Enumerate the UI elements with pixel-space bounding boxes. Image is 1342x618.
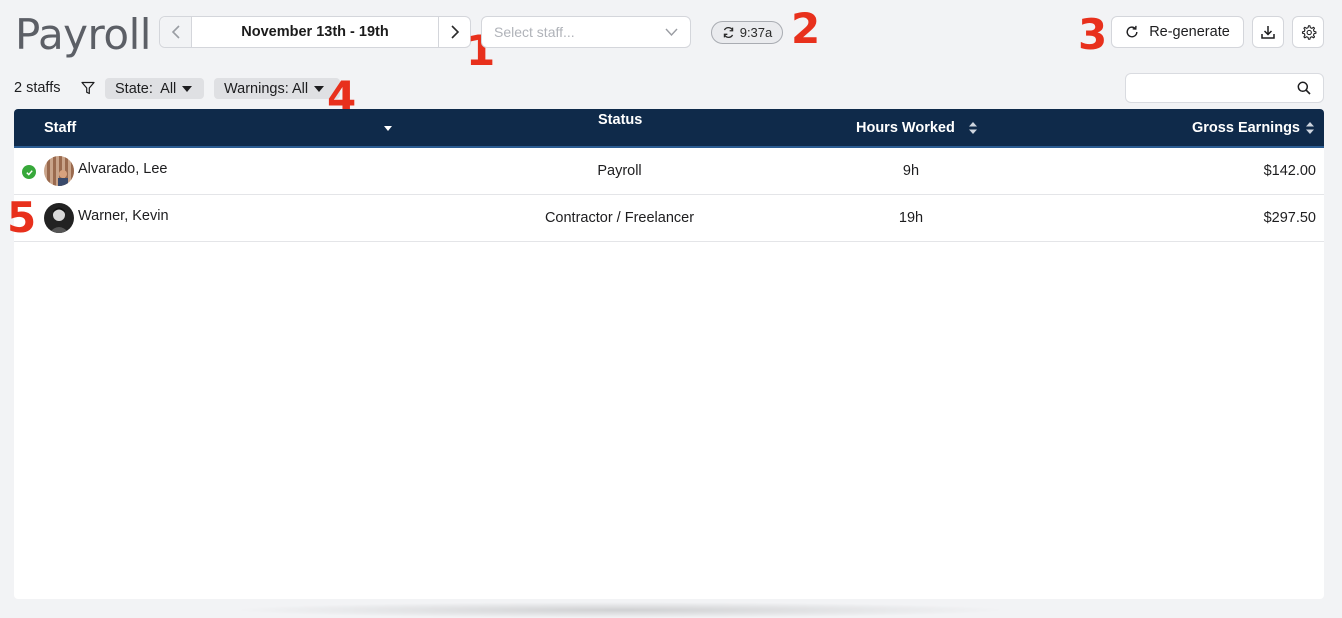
search-icon[interactable] (1297, 81, 1311, 95)
download-icon (1261, 26, 1275, 39)
gear-icon (1301, 24, 1316, 40)
staff-status: Payroll (597, 163, 642, 179)
staff-status: Contractor / Freelancer (544, 210, 695, 226)
staff-name[interactable]: Alvarado, Lee (78, 161, 167, 177)
staff-name[interactable]: Warner, Kevin (78, 208, 169, 224)
warnings-filter-label: Warnings: All (224, 80, 309, 97)
chevron-right-icon (450, 25, 459, 39)
staff-select[interactable]: Select staff... (481, 16, 691, 48)
sort-icon[interactable] (1306, 121, 1314, 135)
filter-icon[interactable] (81, 81, 95, 95)
gross-earnings: $297.50 (1263, 210, 1316, 226)
settings-button[interactable] (1292, 16, 1324, 48)
refresh-icon (1126, 25, 1138, 38)
page-title: Payroll (15, 10, 151, 59)
caret-down-icon (182, 85, 193, 92)
warnings-filter-dropdown[interactable]: Warnings: All (214, 78, 340, 99)
annotation-marker-5: 5 (7, 193, 37, 242)
sync-status-badge[interactable]: 9:37a (711, 21, 783, 44)
date-navigator: November 13th - 19th (159, 16, 471, 48)
download-button[interactable] (1252, 16, 1284, 48)
bottom-shadow (230, 602, 1010, 618)
search-box (1125, 73, 1324, 103)
sort-icon[interactable] (969, 121, 977, 135)
regenerate-button[interactable]: Re-generate (1111, 16, 1244, 48)
column-header-hours[interactable]: Hours Worked (856, 120, 955, 136)
chevron-left-icon (171, 25, 180, 39)
column-header-staff[interactable]: Staff (44, 120, 76, 136)
column-header-status[interactable]: Status (598, 112, 642, 128)
table-row[interactable]: Alvarado, Lee Payroll 9h $142.00 (14, 148, 1324, 195)
payroll-table: Staff Status Hours Worked Gross Earnings (14, 109, 1324, 599)
state-filter-dropdown[interactable]: State: All (105, 78, 204, 99)
refresh-icon (723, 27, 733, 38)
verified-check-icon (22, 165, 36, 179)
staff-select-placeholder: Select staff... (494, 24, 575, 40)
column-header-gross[interactable]: Gross Earnings (1192, 120, 1300, 136)
gross-earnings: $142.00 (1263, 163, 1316, 179)
date-range-label[interactable]: November 13th - 19th (192, 17, 438, 47)
avatar (44, 156, 74, 186)
staff-count: 2 staffs (14, 80, 61, 96)
table-row[interactable]: Warner, Kevin Contractor / Freelancer 19… (14, 195, 1324, 242)
regenerate-label: Re-generate (1149, 24, 1230, 40)
table-header: Staff Status Hours Worked Gross Earnings (14, 109, 1324, 148)
search-input[interactable] (1126, 74, 1286, 102)
avatar (44, 203, 74, 233)
prev-week-button[interactable] (160, 17, 192, 47)
sync-time: 9:37a (739, 25, 773, 40)
annotation-marker-3: 3 (1078, 10, 1108, 59)
hours-worked: 19h (898, 210, 924, 226)
annotation-marker-2: 2 (791, 4, 821, 53)
caret-down-icon (314, 85, 325, 92)
sort-desc-icon[interactable] (384, 126, 392, 131)
state-filter-label: State: All (115, 80, 177, 97)
chevron-down-icon (665, 28, 678, 36)
hours-worked: 9h (902, 163, 920, 179)
